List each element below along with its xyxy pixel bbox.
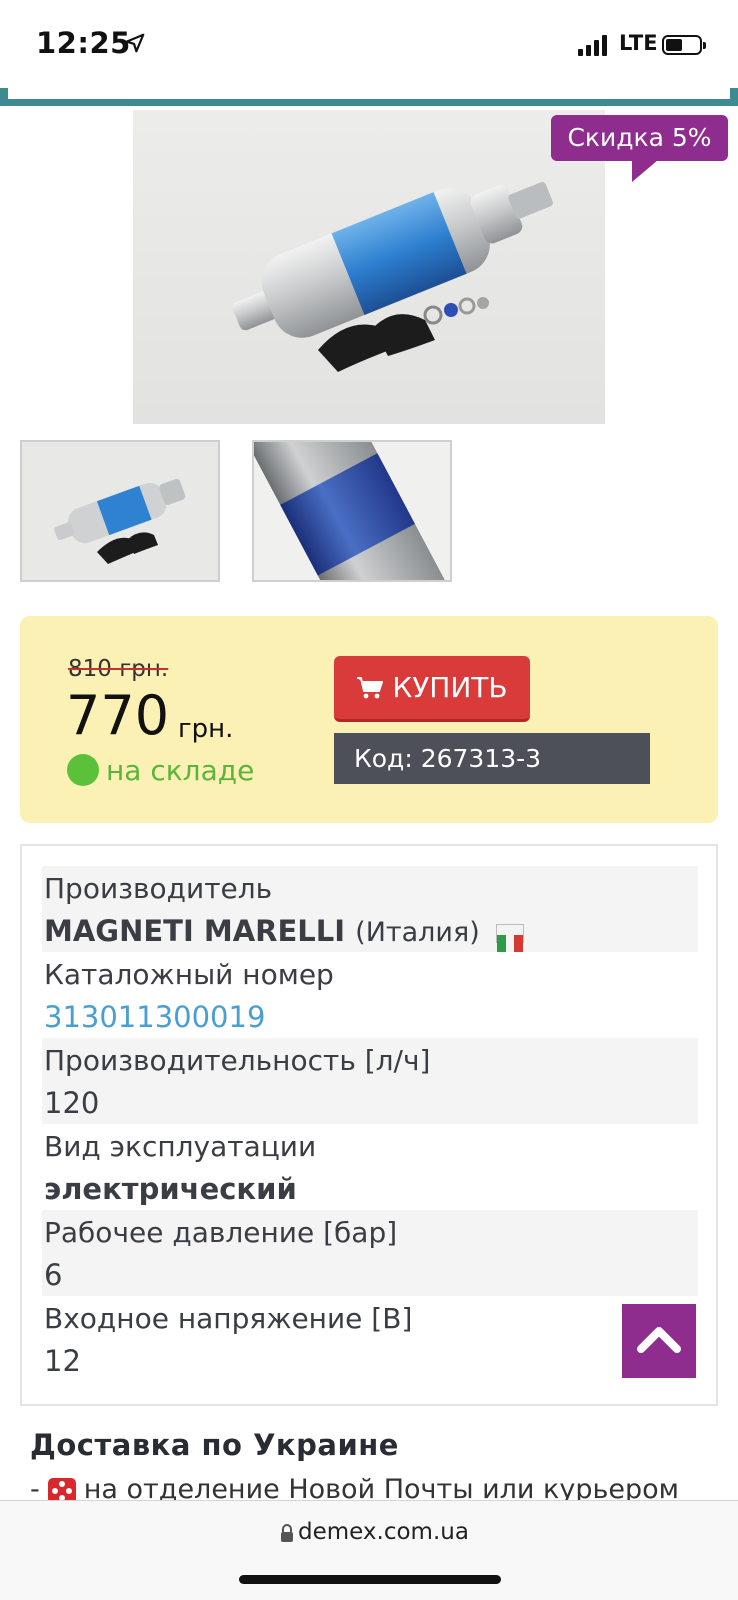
battery-icon [662, 35, 706, 55]
lock-icon [281, 1524, 293, 1542]
price-panel: 810 грн. 770 грн. на складе КУПИТЬ Код: … [20, 616, 718, 823]
old-price: 810 грн. [68, 656, 169, 682]
price-currency: грн. [178, 714, 234, 744]
home-indicator[interactable] [239, 1575, 501, 1584]
catalog-number-link[interactable]: 313011300019 [44, 1000, 265, 1034]
spec-label: Производитель [44, 872, 273, 905]
manufacturer-name[interactable]: MAGNETI MARELLI [44, 914, 345, 948]
thumbnail-pump-image [54, 478, 186, 564]
status-bar: 12:25 LTE [0, 0, 738, 88]
thumbnail-closeup-image [254, 442, 450, 580]
delivery-title: Доставка по Украине [30, 1428, 399, 1462]
spec-row-manufacturer: Производитель MAGNETI MARELLI (Италия) [42, 866, 698, 952]
product-thumbnail-2[interactable] [252, 440, 452, 582]
browser-address-bar[interactable]: demex.com.ua [0, 1500, 738, 1600]
cellular-signal-icon [578, 34, 608, 56]
stock-status: на складе [106, 754, 255, 787]
spec-value: электрический [44, 1172, 297, 1206]
buy-button-label: КУПИТЬ [392, 671, 508, 704]
spec-row-pressure: Рабочее давление [бар] 6 [42, 1210, 698, 1296]
in-stock-icon [67, 754, 99, 786]
spec-row-voltage: Входное напряжение [В] 12 [42, 1296, 698, 1382]
spec-label: Производительность [л/ч] [44, 1044, 431, 1077]
product-thumbnail-1[interactable] [20, 440, 220, 582]
spec-row-catalog-number: Каталожный номер 313011300019 [42, 952, 698, 1038]
product-main-image[interactable] [133, 110, 605, 424]
spec-value-manufacturer[interactable]: MAGNETI MARELLI (Италия) [44, 914, 524, 952]
spec-label: Каталожный номер [44, 958, 334, 991]
spec-label: Входное напряжение [В] [44, 1302, 413, 1335]
spec-value: 120 [44, 1086, 100, 1120]
scroll-to-top-button[interactable] [622, 1304, 696, 1378]
spec-row-operation-type: Вид эксплуатации электрический [42, 1124, 698, 1210]
current-price: 770 [66, 684, 170, 747]
fuel-pump-illustration [232, 182, 553, 372]
spec-row-capacity: Производительность [л/ч] 120 [42, 1038, 698, 1124]
spec-value: 6 [44, 1258, 63, 1292]
manufacturer-country: (Италия) [355, 917, 480, 948]
header-bottom-border [0, 88, 738, 106]
buy-button[interactable]: КУПИТЬ [334, 656, 530, 722]
spec-label: Вид эксплуатации [44, 1130, 317, 1163]
chevron-up-icon [637, 1327, 681, 1353]
spec-label: Рабочее давление [бар] [44, 1216, 398, 1249]
specifications-table: Производитель MAGNETI MARELLI (Италия) К… [20, 844, 718, 1406]
status-time: 12:25 [36, 26, 131, 60]
cart-icon [357, 676, 384, 698]
spec-value: 12 [44, 1344, 81, 1378]
url-text[interactable]: demex.com.ua [298, 1519, 469, 1545]
discount-badge-tail [632, 160, 658, 182]
product-code: Код: 267313-3 [334, 733, 650, 784]
location-arrow-icon [125, 33, 145, 53]
network-type: LTE [619, 31, 658, 55]
italy-flag-icon [495, 923, 524, 952]
discount-badge: Скидка 5% [551, 115, 728, 161]
